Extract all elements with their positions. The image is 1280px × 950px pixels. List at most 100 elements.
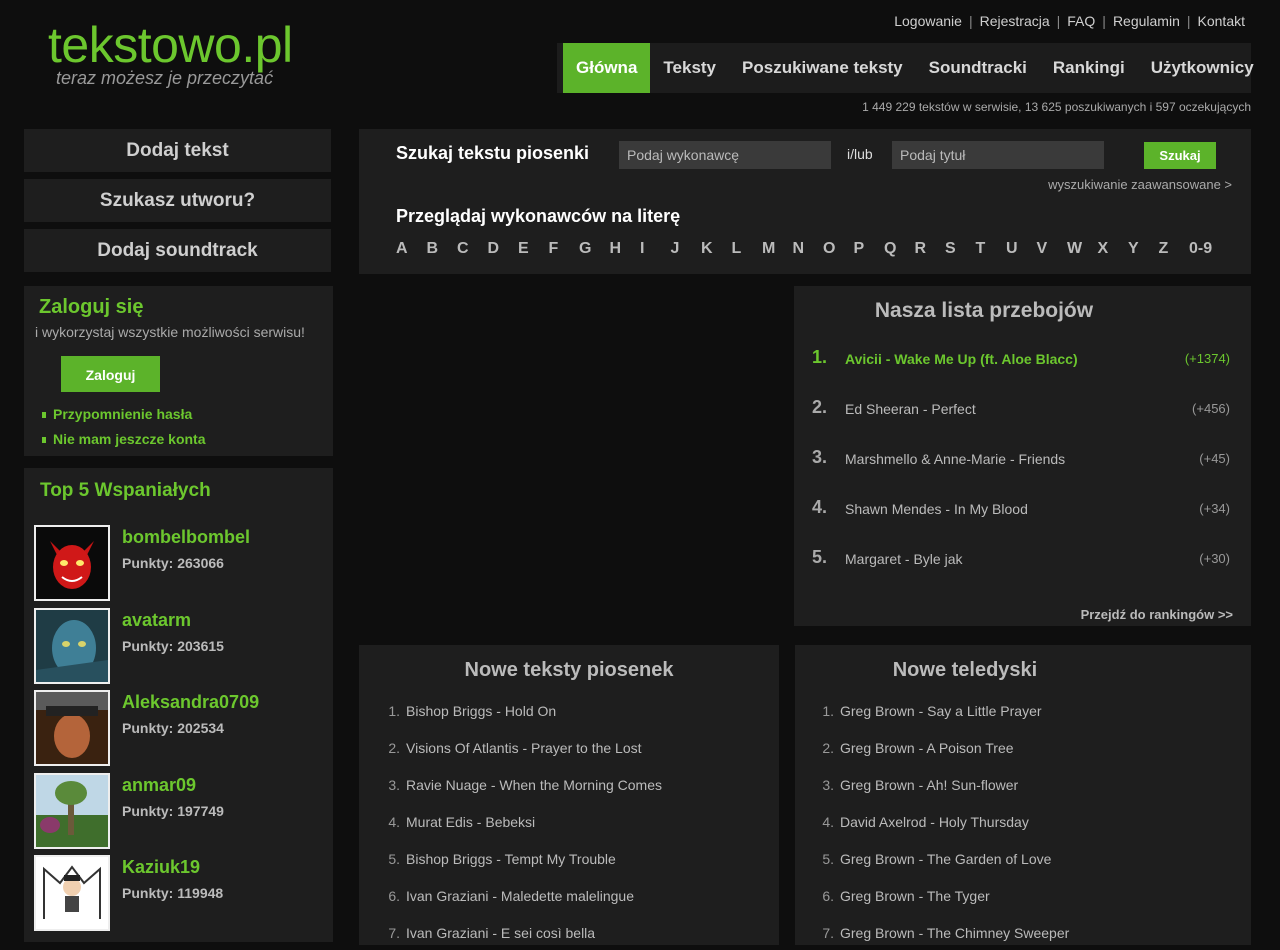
chart-item[interactable]: 3. Marshmello & Anne-Marie - Friends (+4… bbox=[812, 447, 1230, 471]
letter-link[interactable]: K bbox=[701, 240, 732, 258]
letter-link[interactable]: V bbox=[1037, 240, 1068, 258]
top-user[interactable]: Kaziuk19 Punkty: 119948 bbox=[34, 855, 324, 931]
letter-link[interactable]: A bbox=[396, 240, 427, 258]
chart-song-link[interactable]: Ed Sheeran - Perfect bbox=[845, 401, 976, 417]
logo-text[interactable]: tekstowo.pl bbox=[48, 16, 293, 74]
new-lyrics-item[interactable]: 7. Ivan Graziani - E sei così bella bbox=[381, 925, 595, 941]
letter-link[interactable]: 0-9 bbox=[1189, 240, 1220, 258]
site-logo[interactable]: tekstowo.pl teraz możesz je przeczytać bbox=[48, 16, 293, 88]
new-video-item[interactable]: 1. Greg Brown - Say a Little Prayer bbox=[815, 703, 1041, 719]
top-link-kontakt[interactable]: Kontakt bbox=[1198, 13, 1245, 29]
item-number: 5. bbox=[388, 851, 400, 867]
bullet-icon bbox=[42, 412, 46, 419]
letter-link[interactable]: T bbox=[976, 240, 1007, 258]
new-videos-panel: Nowe teledyski 1. Greg Brown - Say a Litt… bbox=[795, 645, 1251, 945]
chart-song-link[interactable]: Margaret - Byle jak bbox=[845, 551, 962, 567]
login-button[interactable]: Zaloguj bbox=[61, 356, 160, 392]
advanced-search-link[interactable]: wyszukiwanie zaawansowane > bbox=[1048, 177, 1232, 192]
letter-link[interactable]: G bbox=[579, 240, 610, 258]
letter-link[interactable]: D bbox=[488, 240, 519, 258]
chart-song-link[interactable]: Marshmello & Anne-Marie - Friends bbox=[845, 451, 1065, 467]
looking-for-song-button[interactable]: Szukasz utworu? bbox=[24, 179, 331, 222]
chart-item[interactable]: 4. Shawn Mendes - In My Blood (+34) bbox=[812, 497, 1230, 521]
register-link[interactable]: Nie mam jeszcze konta bbox=[42, 431, 206, 447]
chart-song-link[interactable]: Shawn Mendes - In My Blood bbox=[845, 501, 1028, 517]
new-video-item[interactable]: 2. Greg Brown - A Poison Tree bbox=[815, 740, 1013, 756]
new-video-item[interactable]: 4. David Axelrod - Holy Thursday bbox=[815, 814, 1029, 830]
top-user[interactable]: bombelbombel Punkty: 263066 bbox=[34, 525, 324, 601]
letter-link[interactable]: I bbox=[640, 240, 671, 258]
add-soundtrack-button[interactable]: Dodaj soundtrack bbox=[24, 229, 331, 272]
new-video-item[interactable]: 6. Greg Brown - The Tyger bbox=[815, 888, 989, 904]
go-to-rankings-link[interactable]: Przejdź do rankingów >> bbox=[1081, 607, 1233, 622]
avatar[interactable] bbox=[34, 690, 110, 766]
add-lyrics-button[interactable]: Dodaj tekst bbox=[24, 129, 331, 172]
user-name[interactable]: Kaziuk19 bbox=[122, 857, 200, 878]
top-user[interactable]: anmar09 Punkty: 197749 bbox=[34, 773, 324, 849]
new-lyrics-title: Nowe teksty piosenek bbox=[464, 659, 674, 681]
letter-link[interactable]: Y bbox=[1128, 240, 1159, 258]
avatar[interactable] bbox=[34, 773, 110, 849]
garden-avatar-icon bbox=[36, 775, 108, 847]
search-button[interactable]: Szukaj bbox=[1144, 142, 1216, 169]
new-lyrics-item[interactable]: 5. Bishop Briggs - Tempt My Trouble bbox=[381, 851, 616, 867]
top-user[interactable]: Aleksandra0709 Punkty: 202534 bbox=[34, 690, 324, 766]
letter-link[interactable]: F bbox=[549, 240, 580, 258]
letter-link[interactable]: L bbox=[732, 240, 763, 258]
letter-link[interactable]: N bbox=[793, 240, 824, 258]
avatar[interactable] bbox=[34, 855, 110, 931]
user-name[interactable]: bombelbombel bbox=[122, 527, 250, 548]
nav-uzytkownicy[interactable]: Użytkownicy bbox=[1138, 43, 1267, 93]
letter-link[interactable]: M bbox=[762, 240, 793, 258]
item-label: Ivan Graziani - E sei così bella bbox=[406, 925, 596, 941]
letter-link[interactable]: X bbox=[1098, 240, 1129, 258]
letter-link[interactable]: P bbox=[854, 240, 885, 258]
letter-link[interactable]: W bbox=[1067, 240, 1098, 258]
letter-link[interactable]: C bbox=[457, 240, 488, 258]
avatar[interactable] bbox=[34, 608, 110, 684]
new-lyrics-item[interactable]: 4. Murat Edis - Bebeksi bbox=[381, 814, 535, 830]
new-lyrics-item[interactable]: 2. Visions Of Atlantis - Prayer to the Lo… bbox=[381, 740, 641, 756]
letter-link[interactable]: R bbox=[915, 240, 946, 258]
new-lyrics-item[interactable]: 3. Ravie Nuage - When the Morning Comes bbox=[381, 777, 662, 793]
item-number: 1. bbox=[388, 703, 400, 719]
letter-link[interactable]: S bbox=[945, 240, 976, 258]
user-name[interactable]: Aleksandra0709 bbox=[122, 692, 259, 713]
avatar[interactable] bbox=[34, 525, 110, 601]
artist-input[interactable] bbox=[619, 141, 831, 169]
letter-link[interactable]: O bbox=[823, 240, 854, 258]
chart-song-link[interactable]: Avicii - Wake Me Up (ft. Aloe Blacc) bbox=[845, 351, 1078, 367]
user-name[interactable]: anmar09 bbox=[122, 775, 196, 796]
password-reminder-link[interactable]: Przypomnienie hasła bbox=[42, 406, 192, 422]
title-input[interactable] bbox=[892, 141, 1104, 169]
user-name[interactable]: avatarm bbox=[122, 610, 191, 631]
new-video-item[interactable]: 5. Greg Brown - The Garden of Love bbox=[815, 851, 1051, 867]
letter-link[interactable]: Z bbox=[1159, 240, 1190, 258]
new-lyrics-item[interactable]: 6. Ivan Graziani - Maledette malelingue bbox=[381, 888, 634, 904]
letter-link[interactable]: Q bbox=[884, 240, 915, 258]
top-link-rejestracja[interactable]: Rejestracja bbox=[980, 13, 1050, 29]
top-user[interactable]: avatarm Punkty: 203615 bbox=[34, 608, 324, 684]
top5-title: Top 5 Wspaniałych bbox=[40, 480, 211, 501]
new-video-item[interactable]: 7. Greg Brown - The Chimney Sweeper bbox=[815, 925, 1069, 941]
letter-link[interactable]: H bbox=[610, 240, 641, 258]
nav-rankingi[interactable]: Rankingi bbox=[1040, 43, 1138, 93]
top-link-faq[interactable]: FAQ bbox=[1067, 13, 1095, 29]
new-video-item[interactable]: 3. Greg Brown - Ah! Sun-flower bbox=[815, 777, 1018, 793]
top-link-logowanie[interactable]: Logowanie bbox=[894, 13, 962, 29]
top-link-regulamin[interactable]: Regulamin bbox=[1113, 13, 1180, 29]
new-lyrics-item[interactable]: 1. Bishop Briggs - Hold On bbox=[381, 703, 556, 719]
chart-item[interactable]: 1. Avicii - Wake Me Up (ft. Aloe Blacc) … bbox=[812, 347, 1230, 371]
nav-teksty[interactable]: Teksty bbox=[650, 43, 729, 93]
new-videos-title: Nowe teledyski bbox=[892, 659, 1038, 681]
letter-link[interactable]: E bbox=[518, 240, 549, 258]
letter-link[interactable]: B bbox=[427, 240, 458, 258]
chart-item[interactable]: 2. Ed Sheeran - Perfect (+456) bbox=[812, 397, 1230, 421]
item-number: 6. bbox=[822, 888, 834, 904]
nav-poszukiwane-teksty[interactable]: Poszukiwane teksty bbox=[729, 43, 916, 93]
letter-link[interactable]: J bbox=[671, 240, 702, 258]
nav-glowna[interactable]: Główna bbox=[563, 43, 651, 93]
nav-soundtracki[interactable]: Soundtracki bbox=[916, 43, 1040, 93]
letter-link[interactable]: U bbox=[1006, 240, 1037, 258]
chart-item[interactable]: 5. Margaret - Byle jak (+30) bbox=[812, 547, 1230, 571]
